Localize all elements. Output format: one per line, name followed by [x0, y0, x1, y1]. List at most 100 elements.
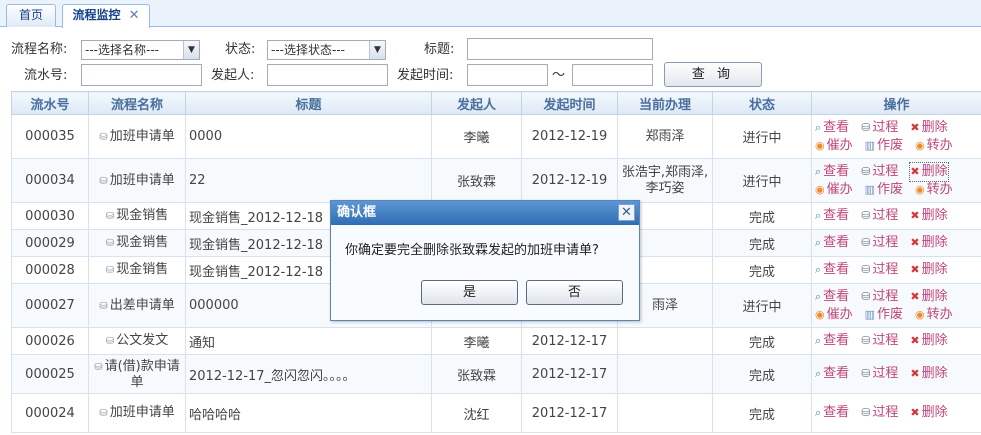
process-action[interactable]: ⛁ 过程: [861, 404, 898, 422]
status-cell: 完成: [712, 393, 812, 433]
flow-name-cell[interactable]: ⛁ 公文发文: [88, 327, 186, 355]
transfer-action[interactable]: ◉ 转办: [915, 181, 953, 199]
initiator-cell: 李曦: [431, 327, 522, 355]
start-date-input[interactable]: [467, 64, 548, 86]
delete-action[interactable]: ✖ 删除: [910, 288, 947, 306]
transfer-action[interactable]: ◉ 转办: [915, 306, 953, 324]
process-action[interactable]: ⛁ 过程: [861, 332, 898, 350]
process-action[interactable]: ⛁ 过程: [861, 365, 898, 383]
void-label: 作废: [877, 181, 904, 197]
column-header-flow-name[interactable]: 流程名称: [88, 91, 186, 115]
delete-label: 删除: [921, 366, 948, 381]
void-icon: ▥: [864, 138, 876, 152]
flow-name-link[interactable]: 现金销售: [116, 208, 168, 223]
process-action[interactable]: ⛁ 过程: [861, 234, 898, 252]
table-row[interactable]: 000025 ⛁ 请(借)款申请单 2012-12-17_忽闪忽闪。。。。 张致霖 201…: [11, 354, 981, 394]
flow-name-cell[interactable]: ⛁ 加班申请单: [88, 158, 186, 203]
delete-action[interactable]: ✖ 删除: [910, 365, 947, 383]
delete-action[interactable]: ✖ 删除: [910, 404, 947, 422]
process-action[interactable]: ⛁ 过程: [861, 261, 898, 279]
table-row[interactable]: 000024 ⛁ 加班申请单 哈哈哈哈 沈红 2012-12-17 完成 ⌕ 查看 ⛁ 过程 ✖ 删除: [11, 393, 981, 433]
flow-name-cell[interactable]: ⛁ 现金销售: [88, 229, 186, 257]
dialog-header: 确认框 ✕: [331, 201, 639, 225]
initiator-cell: 李曦: [431, 114, 522, 159]
process-action[interactable]: ⛁ 过程: [861, 288, 898, 306]
tab-process-monitor[interactable]: 流程监控 ✕: [62, 4, 150, 28]
process-action[interactable]: ⛁ 过程: [861, 207, 898, 225]
flow-name-select[interactable]: ---选择名称--- ▼: [81, 40, 200, 60]
flow-name-link[interactable]: 加班申请单: [110, 129, 175, 144]
process-label: 过程: [872, 208, 899, 223]
serial-cell: 000026: [11, 327, 89, 355]
view-action[interactable]: ⌕ 查看: [815, 365, 849, 383]
close-icon[interactable]: ✕: [618, 204, 635, 221]
initiator-input[interactable]: [267, 64, 388, 86]
flow-name-cell[interactable]: ⛁ 现金销售: [88, 202, 186, 230]
delete-action[interactable]: ✖ 删除: [910, 119, 947, 137]
view-action[interactable]: ⌕ 查看: [815, 207, 849, 225]
table-row[interactable]: 000035 ⛁ 加班申请单 0000 李曦 2012-12-19 郑雨泽 进行中 ⌕ 查看 ⛁ 过程…: [11, 114, 981, 159]
column-header-serial[interactable]: 流水号: [11, 91, 89, 115]
confirm-no-button[interactable]: 否: [526, 280, 623, 305]
view-action[interactable]: ⌕ 查看: [815, 332, 849, 350]
column-header-actions: 操作: [811, 91, 981, 115]
delete-action[interactable]: ✖ 删除: [910, 332, 947, 350]
urge-action[interactable]: ◉ 催办: [815, 181, 853, 199]
flow-icon: ⛁: [105, 211, 115, 222]
delete-action[interactable]: ✖ 删除: [910, 261, 947, 279]
query-button[interactable]: 查 询: [664, 62, 762, 87]
title-cell: 0000: [185, 114, 432, 159]
end-date-input[interactable]: [572, 64, 653, 86]
actions-cell: ⌕ 查看 ⛁ 过程 ✖ 删除: [811, 393, 981, 433]
view-label: 查看: [823, 405, 850, 420]
delete-action[interactable]: ✖ 删除: [910, 234, 947, 252]
view-action[interactable]: ⌕ 查看: [815, 404, 849, 422]
column-header-status[interactable]: 状态: [712, 91, 812, 115]
view-action[interactable]: ⌕ 查看: [815, 234, 849, 252]
tab-home[interactable]: 首页: [6, 4, 56, 27]
flow-name-link[interactable]: 加班申请单: [110, 405, 175, 420]
view-action[interactable]: ⌕ 查看: [815, 119, 849, 137]
flow-name-link[interactable]: 现金销售: [116, 235, 168, 250]
serial-input[interactable]: [81, 64, 202, 86]
void-icon: ▥: [864, 307, 876, 321]
delete-action[interactable]: ✖ 删除: [909, 161, 949, 182]
actions-cell: ⌕ 查看 ⛁ 过程 ✖ 删除: [811, 327, 981, 355]
column-header-title[interactable]: 标题: [185, 91, 432, 115]
view-action[interactable]: ⌕ 查看: [815, 163, 849, 181]
column-header-current-handler[interactable]: 当前办理: [617, 91, 713, 115]
initiator-cell: 张致霖: [431, 158, 522, 203]
confirm-yes-button[interactable]: 是: [421, 280, 518, 305]
column-header-start-time[interactable]: 发起时间: [521, 91, 618, 115]
delete-action[interactable]: ✖ 删除: [910, 207, 947, 225]
urge-action[interactable]: ◉ 催办: [815, 137, 853, 155]
flow-name-link[interactable]: 公文发文: [116, 333, 168, 348]
flow-name-link[interactable]: 加班申请单: [110, 173, 175, 188]
flow-name-link[interactable]: 现金销售: [116, 262, 168, 277]
status-select[interactable]: ---选择状态--- ▼: [267, 40, 386, 60]
view-action[interactable]: ⌕ 查看: [815, 261, 849, 279]
flow-name-cell[interactable]: ⛁ 出差申请单: [88, 283, 186, 328]
void-action[interactable]: ▥ 作废: [865, 306, 903, 324]
process-action[interactable]: ⛁ 过程: [861, 163, 898, 181]
void-action[interactable]: ▥ 作废: [865, 137, 903, 155]
view-action[interactable]: ⌕ 查看: [815, 288, 849, 306]
transfer-action[interactable]: ◉ 转办: [915, 137, 953, 155]
flow-name-cell[interactable]: ⛁ 加班申请单: [88, 393, 186, 433]
date-range-separator: ～: [552, 68, 566, 83]
view-icon: ⌕: [815, 367, 822, 380]
table-row[interactable]: 000034 ⛁ 加班申请单 22 张致霖 2012-12-19 张浩宇,郑雨泽,李巧姿 进行…: [11, 158, 981, 203]
void-action[interactable]: ▥ 作废: [865, 181, 903, 199]
view-label: 查看: [823, 366, 850, 381]
column-header-initiator[interactable]: 发起人: [431, 91, 522, 115]
title-input[interactable]: [467, 38, 653, 60]
urge-action[interactable]: ◉ 催办: [815, 306, 853, 324]
close-icon[interactable]: ✕: [129, 5, 140, 26]
table-row[interactable]: 000026 ⛁ 公文发文 通知 李曦 2012-12-17 完成 ⌕ 查看 ⛁ 过程 ✖ 删除: [11, 327, 981, 355]
flow-name-link[interactable]: 请(借)款申请单: [105, 359, 180, 390]
flow-name-link[interactable]: 出差申请单: [110, 298, 175, 313]
flow-name-cell[interactable]: ⛁ 现金销售: [88, 256, 186, 284]
flow-name-cell[interactable]: ⛁ 请(借)款申请单: [88, 354, 186, 394]
process-action[interactable]: ⛁ 过程: [861, 119, 898, 137]
flow-name-cell[interactable]: ⛁ 加班申请单: [88, 114, 186, 159]
